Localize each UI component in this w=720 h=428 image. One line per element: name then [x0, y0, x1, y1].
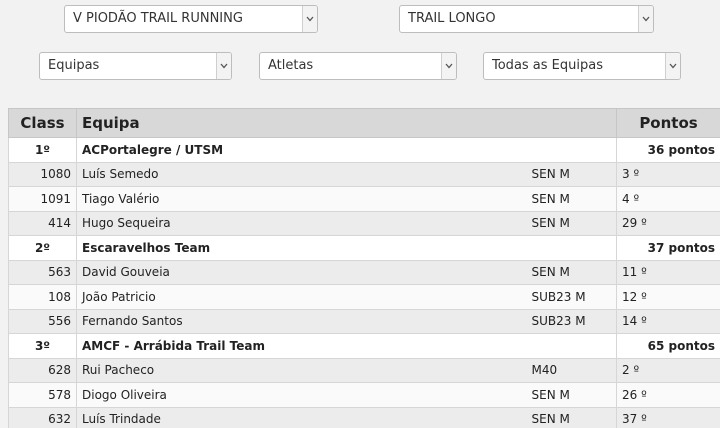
athlete-position: 37 º	[616, 406, 720, 428]
athlete-row: 556 Fernando Santos SUB23 M 14 º	[8, 308, 720, 334]
athlete-position: 3 º	[616, 161, 720, 187]
event-select-value: V PIODÃO TRAIL RUNNING	[73, 11, 243, 26]
team-rank: 1º	[8, 137, 77, 163]
chevron-down-icon[interactable]	[216, 53, 231, 79]
athlete-position: 12 º	[616, 284, 720, 310]
athlete-category: SEN M	[526, 186, 618, 212]
header-points: Pontos	[616, 108, 720, 138]
chevron-down-icon[interactable]	[665, 53, 680, 79]
athlete-row: 578 Diogo Oliveira SEN M 26 º	[8, 382, 720, 408]
type-select-value: Atletas	[268, 58, 314, 73]
athlete-position: 11 º	[616, 259, 720, 285]
view-select[interactable]: Equipas	[39, 52, 232, 80]
team-filter-select[interactable]: Todas as Equipas	[483, 52, 681, 80]
athlete-category: SEN M	[526, 161, 618, 187]
athlete-row: 632 Luís Trindade SEN M 37 º	[8, 406, 720, 428]
chevron-down-icon[interactable]	[302, 6, 317, 32]
team-name: Escaravelhos Team	[75, 235, 618, 261]
team-points: 36 pontos	[616, 137, 720, 163]
race-select[interactable]: TRAIL LONGO	[399, 5, 654, 33]
athlete-name: Fernando Santos	[76, 308, 527, 334]
team-points: 37 pontos	[616, 235, 720, 261]
view-select-value: Equipas	[48, 58, 100, 73]
team-points: 65 pontos	[616, 333, 720, 359]
chevron-down-icon[interactable]	[638, 6, 653, 32]
athlete-category: SEN M	[526, 210, 618, 236]
athlete-category: SEN M	[526, 406, 618, 428]
header-team: Equipa	[75, 108, 618, 138]
athlete-position: 4 º	[616, 186, 720, 212]
athlete-category: SEN M	[526, 382, 618, 408]
athlete-name: Rui Pacheco	[76, 357, 527, 383]
athlete-name: Luís Semedo	[76, 161, 527, 187]
athlete-name: David Gouveia	[76, 259, 527, 285]
athlete-bib: 1080	[8, 161, 77, 187]
athlete-position: 26 º	[616, 382, 720, 408]
athlete-row: 563 David Gouveia SEN M 11 º	[8, 259, 720, 285]
athlete-row: 108 João Patricio SUB23 M 12 º	[8, 284, 720, 310]
athlete-bib: 1091	[8, 186, 77, 212]
athlete-bib: 563	[8, 259, 77, 285]
athlete-bib: 414	[8, 210, 77, 236]
race-select-value: TRAIL LONGO	[408, 11, 496, 26]
athlete-bib: 632	[8, 406, 77, 428]
event-select[interactable]: V PIODÃO TRAIL RUNNING	[64, 5, 318, 33]
team-rank: 2º	[8, 235, 77, 261]
team-rank: 3º	[8, 333, 77, 359]
athlete-bib: 628	[8, 357, 77, 383]
header-class: Class	[8, 108, 77, 138]
type-select[interactable]: Atletas	[259, 52, 457, 80]
athlete-category: SEN M	[526, 259, 618, 285]
team-name: ACPortalegre / UTSM	[75, 137, 618, 163]
athlete-position: 2 º	[616, 357, 720, 383]
athlete-name: Tiago Valério	[76, 186, 527, 212]
athlete-position: 29 º	[616, 210, 720, 236]
team-name: AMCF - Arrábida Trail Team	[75, 333, 618, 359]
chevron-down-icon[interactable]	[441, 53, 456, 79]
team-row: 3º AMCF - Arrábida Trail Team 65 pontos	[8, 333, 720, 359]
table-header-row: Class Equipa Pontos	[8, 108, 720, 138]
athlete-category: M40	[526, 357, 618, 383]
athlete-name: Diogo Oliveira	[76, 382, 527, 408]
team-row: 2º Escaravelhos Team 37 pontos	[8, 235, 720, 261]
athlete-category: SUB23 M	[526, 284, 618, 310]
athlete-name: Hugo Sequeira	[76, 210, 527, 236]
athlete-row: 1091 Tiago Valério SEN M 4 º	[8, 186, 720, 212]
athlete-name: João Patricio	[76, 284, 527, 310]
team-filter-select-value: Todas as Equipas	[492, 58, 603, 73]
team-results-table: Class Equipa Pontos 1º ACPortalegre / UT…	[8, 108, 720, 428]
athlete-bib: 108	[8, 284, 77, 310]
athlete-position: 14 º	[616, 308, 720, 334]
athlete-name: Luís Trindade	[76, 406, 527, 428]
athlete-bib: 578	[8, 382, 77, 408]
athlete-category: SUB23 M	[526, 308, 618, 334]
team-row: 1º ACPortalegre / UTSM 36 pontos	[8, 137, 720, 163]
athlete-row: 1080 Luís Semedo SEN M 3 º	[8, 161, 720, 187]
athlete-row: 414 Hugo Sequeira SEN M 29 º	[8, 210, 720, 236]
athlete-row: 628 Rui Pacheco M40 2 º	[8, 357, 720, 383]
athlete-bib: 556	[8, 308, 77, 334]
